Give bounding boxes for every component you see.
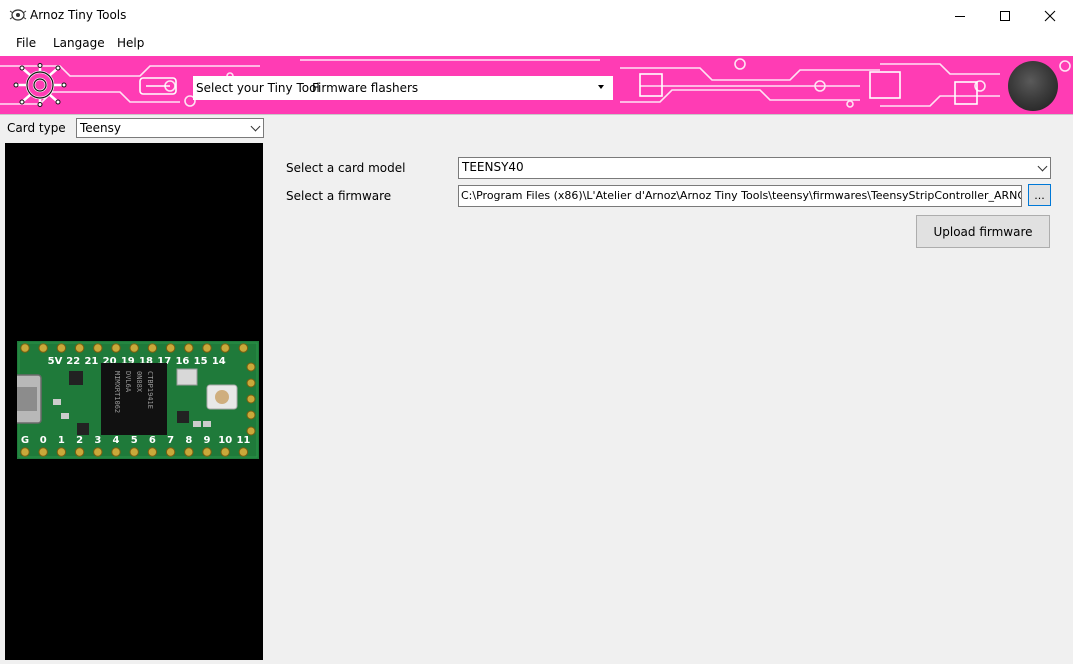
board-pin	[238, 343, 249, 353]
pin-label: 10	[218, 435, 232, 446]
pin-label: 16	[175, 356, 189, 367]
board-pin	[56, 343, 67, 353]
pin-label: 5V	[48, 356, 63, 367]
pin-label: 3	[94, 435, 101, 446]
app-icon	[9, 9, 27, 21]
maximize-icon	[1000, 10, 1010, 21]
pin-label: 6	[149, 435, 156, 446]
pin-label: G	[21, 435, 29, 446]
board-pin	[184, 343, 194, 353]
board-pin	[38, 343, 48, 353]
board-pin	[147, 447, 158, 457]
minimize-button[interactable]	[937, 0, 983, 31]
close-button[interactable]	[1027, 0, 1073, 31]
brain-logo-icon	[13, 63, 67, 107]
board-pin	[202, 343, 212, 353]
board-pin	[246, 426, 256, 436]
pin-label: 8	[185, 435, 192, 446]
chevron-down-icon	[1037, 161, 1048, 172]
board-pin	[246, 394, 256, 404]
board-pin	[147, 343, 158, 353]
pin-label: 2	[76, 435, 83, 446]
menu-langage[interactable]: Langage	[53, 36, 105, 50]
board-pin	[20, 343, 30, 353]
board-pin	[184, 447, 194, 457]
card-type-label: Card type	[7, 121, 66, 135]
board-pin	[74, 447, 85, 457]
dropdown-arrow-icon[interactable]	[598, 85, 604, 89]
menu-bar	[0, 31, 1073, 55]
pin-label: 1	[58, 435, 65, 446]
window-title: Arnoz Tiny Tools	[30, 8, 127, 22]
board-pin	[246, 410, 256, 420]
pin-label: 14	[212, 356, 226, 367]
board-pin	[129, 447, 139, 457]
board-pin	[74, 343, 85, 353]
close-icon	[1044, 10, 1056, 21]
board-pin	[93, 447, 103, 457]
board-pin	[111, 343, 121, 353]
upload-firmware-button[interactable]: Upload firmware	[916, 215, 1050, 248]
card-model-select[interactable]	[458, 157, 1051, 179]
pin-label: 15	[194, 356, 208, 367]
firmware-label: Select a firmware	[286, 189, 392, 203]
tiny-tool-label: Select your Tiny Tool	[196, 81, 320, 95]
menu-help[interactable]: Help	[117, 36, 144, 50]
browse-button[interactable]: ...	[1028, 184, 1051, 206]
firmware-path-value: C:\Program Files (x86)\L'Atelier d'Arnoz…	[461, 189, 1021, 202]
pin-label: 4	[113, 435, 120, 446]
pin-label: 21	[84, 356, 98, 367]
board-pin	[202, 447, 212, 457]
board-pin	[220, 447, 230, 457]
board-pin	[38, 447, 48, 457]
board-pin	[20, 447, 30, 457]
pin-label: 7	[167, 435, 174, 446]
title-bar	[0, 0, 1073, 31]
pin-label: 9	[204, 435, 211, 446]
board-pin	[238, 447, 249, 457]
chip-marking: 0N88X	[135, 371, 143, 393]
board-pin	[165, 343, 176, 353]
card-model-value: TEENSY40	[462, 160, 524, 174]
board-pin	[165, 447, 176, 457]
board-pin	[246, 378, 256, 388]
teensy-board-image: 5V 22 21 20 19 18 17 16 15 14 G 0 1 2 3 4 5 6 7 8 9 10 11 MIM…	[17, 341, 259, 459]
chip-marking: DVL6A	[124, 371, 132, 393]
pin-label: 0	[40, 435, 47, 446]
board-pin	[111, 447, 121, 457]
chip-marking: CTBP1941E	[146, 371, 154, 409]
board-pin	[129, 343, 139, 353]
minimize-icon	[955, 15, 965, 17]
board-pin	[93, 343, 103, 353]
chevron-down-icon	[250, 121, 261, 132]
board-pin	[220, 343, 230, 353]
tiny-tool-value: Firmware flashers	[312, 81, 419, 95]
menu-file[interactable]: File	[16, 36, 36, 50]
pin-label: 5	[131, 435, 138, 446]
board-pin	[56, 447, 67, 457]
maximize-button[interactable]	[982, 0, 1028, 31]
pin-label: 22	[66, 356, 80, 367]
pin-label: 11	[236, 435, 250, 446]
board-pin	[246, 362, 256, 372]
avatar[interactable]	[1008, 61, 1058, 111]
chip-marking: MIMXRT1062	[113, 371, 121, 413]
card-model-label: Select a card model	[286, 161, 406, 175]
card-type-value: Teensy	[80, 121, 122, 135]
